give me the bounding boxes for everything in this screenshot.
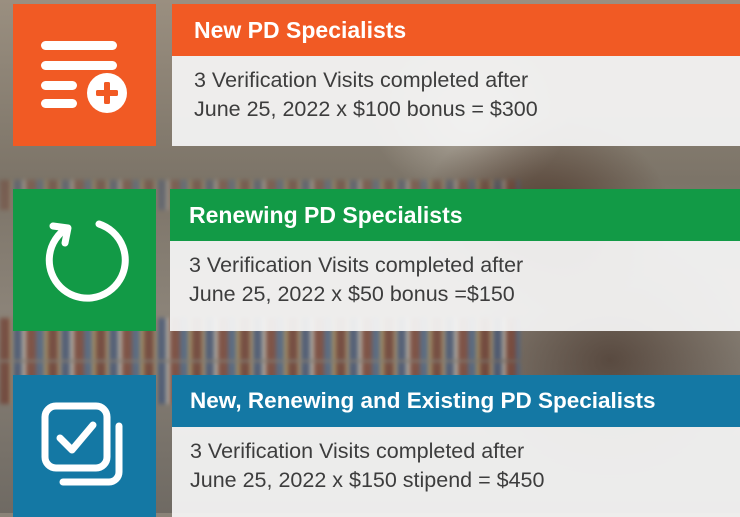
card-body-line: 3 Verification Visits completed after [194,68,529,92]
card-title: New PD Specialists [172,4,740,56]
icon-tile [13,4,156,146]
checkbox-stack-icon [41,402,122,486]
card-body-line: June 25, 2022 x $150 stipend = $450 [190,468,545,492]
list-add-icon [40,41,127,113]
card-title: New, Renewing and Existing PD Specialist… [172,375,740,427]
icon-tile [13,189,156,331]
card-body-line: June 25, 2022 x $100 bonus = $300 [194,97,538,121]
card-body: 3 Verification Visits completed after Ju… [170,241,740,331]
icon-tile [13,375,156,517]
card-body: 3 Verification Visits completed after Ju… [172,56,740,146]
card-title: Renewing PD Specialists [170,189,740,241]
card-body-line: 3 Verification Visits completed after [190,439,525,463]
card-body-line: 3 Verification Visits completed after [189,253,524,277]
refresh-icon [45,220,129,302]
card-body: 3 Verification Visits completed after Ju… [172,427,740,517]
card-body-line: June 25, 2022 x $50 bonus =$150 [189,282,515,306]
